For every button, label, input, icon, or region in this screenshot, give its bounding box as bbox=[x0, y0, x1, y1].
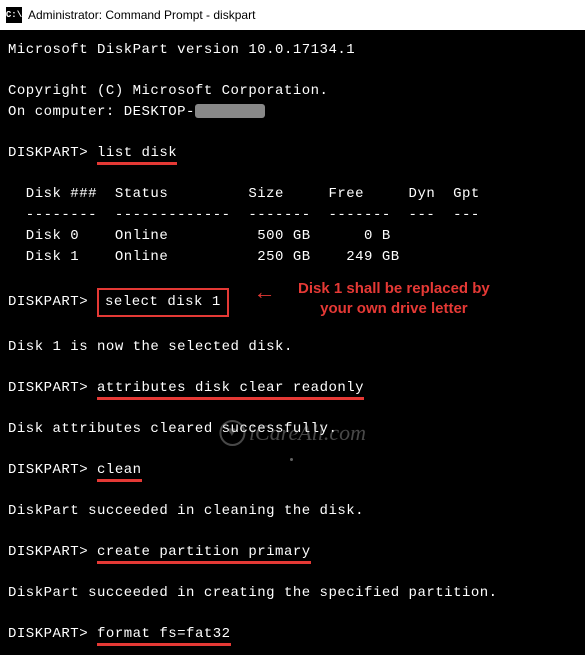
annotation-arrow-icon: ← bbox=[258, 281, 271, 306]
terminal-area[interactable]: Microsoft DiskPart version 10.0.17134.1 … bbox=[0, 30, 585, 655]
annotation-text: Disk 1 shall be replaced by your own dri… bbox=[298, 279, 490, 318]
window-titlebar: C:\ Administrator: Command Prompt - disk… bbox=[0, 0, 585, 30]
prompt-list-disk: DISKPART> list disk bbox=[8, 143, 577, 164]
artifact-dot bbox=[290, 458, 293, 461]
prompt-clean: DISKPART> clean bbox=[8, 460, 577, 481]
disk-table-header: Disk ### Status Size Free Dyn Gpt bbox=[8, 184, 577, 205]
cmd-create-partition: create partition primary bbox=[97, 544, 311, 564]
cmd-select-disk: select disk 1 bbox=[97, 288, 229, 317]
heart-icon: ♥ bbox=[219, 420, 245, 446]
cmd-clean: clean bbox=[97, 462, 142, 482]
msg-clean: DiskPart succeeded in cleaning the disk. bbox=[8, 501, 577, 522]
table-row: Disk 1 Online 250 GB 249 GB bbox=[8, 247, 577, 268]
annotation-line1: Disk 1 shall be replaced by bbox=[298, 279, 490, 299]
version-line: Microsoft DiskPart version 10.0.17134.1 bbox=[8, 40, 577, 61]
annotation-line2: your own drive letter bbox=[298, 299, 490, 319]
disk-table-divider: -------- ------------- ------- ------- -… bbox=[8, 205, 577, 226]
redacted-hostname bbox=[195, 104, 265, 118]
cmd-attributes: attributes disk clear readonly bbox=[97, 380, 364, 400]
prompt-attributes: DISKPART> attributes disk clear readonly bbox=[8, 378, 577, 399]
copyright-line: Copyright (C) Microsoft Corporation. bbox=[8, 81, 577, 102]
watermark-text: iCareAll.com bbox=[249, 420, 366, 446]
msg-partition: DiskPart succeeded in creating the speci… bbox=[8, 583, 577, 604]
cmd-icon-text: C:\ bbox=[6, 10, 22, 20]
cmd-icon: C:\ bbox=[6, 7, 22, 23]
prompt-format: DISKPART> format fs=fat32 bbox=[8, 624, 577, 645]
cmd-list-disk: list disk bbox=[97, 145, 177, 165]
computer-line: On computer: DESKTOP- bbox=[8, 102, 577, 123]
cmd-format: format fs=fat32 bbox=[97, 626, 231, 646]
prompt-select-disk: DISKPART> select disk 1 bbox=[8, 288, 577, 317]
msg-selected: Disk 1 is now the selected disk. bbox=[8, 337, 577, 358]
table-row: Disk 0 Online 500 GB 0 B bbox=[8, 226, 577, 247]
prompt-create-partition: DISKPART> create partition primary bbox=[8, 542, 577, 563]
watermark: ♥ iCareAll.com bbox=[219, 420, 366, 446]
window-title: Administrator: Command Prompt - diskpart bbox=[28, 8, 255, 22]
